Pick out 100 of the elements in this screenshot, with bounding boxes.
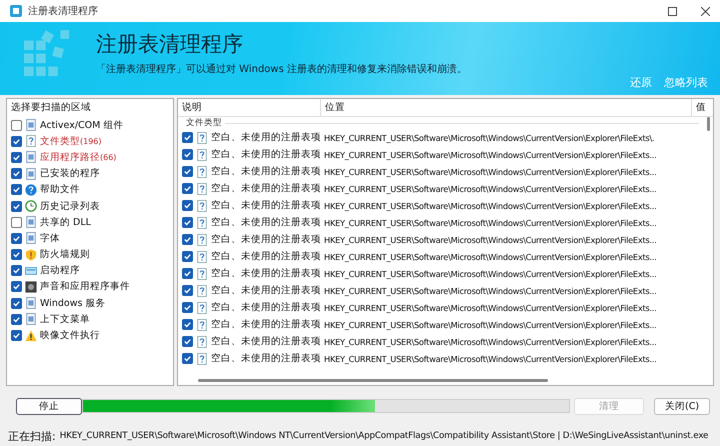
table-cell-text: HKEY_CURRENT_USER\Software\Microsoft\Windows\CurrentVersion\Explorer\FileExts... [323,284,658,296]
question-file-icon [196,318,208,330]
table-cell-text: HKEY_CURRENT_USER\Software\Microsoft\Windows\CurrentVersion\Explorer\FileExts... [323,200,658,212]
column-header[interactable]: 说明 [178,99,321,116]
banner-description: 「注册表清理程序」可以通过对 Windows 注册表的清理和修复来消除错误和崩溃。 [96,62,467,76]
question-file-icon [196,216,208,228]
table-cell-text: HKEY_CURRENT_USER\Software\Microsoft\Windows\CurrentVersion\Explorer\FileExts... [323,182,658,194]
close-icon[interactable] [701,6,710,16]
checkbox[interactable] [182,353,193,364]
speaker-icon [25,280,37,293]
checkbox[interactable] [11,232,22,244]
checkbox[interactable] [182,234,193,245]
area-label[interactable]: 启动程序 [40,264,80,278]
table-cell-text: HKEY_CURRENT_USER\Software\Microsoft\Windows\CurrentVersion\Explorer\FileExts... [323,336,658,348]
area-label[interactable]: 声音和应用程序事件 [40,280,130,294]
app-icon [10,5,22,17]
checkbox[interactable] [182,149,193,160]
area-label[interactable]: 上下文菜单 [40,312,90,326]
table-cell-text: HKEY_CURRENT_USER\Software\Microsoft\Windows\CurrentVersion\Explorer\FileExts... [323,148,658,160]
table-cell: 空白、未使用的注册表项 [211,148,321,161]
table-cell: 空白、未使用的注册表项 [211,182,321,195]
table-cell: 空白、未使用的注册表项 [211,216,321,229]
checkbox[interactable] [182,217,193,228]
checkbox[interactable] [182,132,193,143]
area-label[interactable]: 已安装的程序 [40,167,100,180]
file-icon [25,297,37,310]
table-cell: 空白、未使用的注册表项 [211,131,321,144]
file-icon [25,151,37,164]
question-file-icon [196,200,208,212]
close-button[interactable]: 关闭(C) [654,398,710,414]
panel-title: 选择要扫描的区域 [11,101,92,114]
checkbox[interactable] [182,200,193,211]
checkbox[interactable] [11,314,22,325]
file-icon [25,216,37,228]
checkbox[interactable] [182,183,193,194]
checkbox[interactable] [11,168,22,180]
question-file-icon [196,250,208,262]
question-file-icon [196,148,208,160]
area-label[interactable]: 帮助文件 [40,183,80,196]
table-cell-text: HKEY_CURRENT_USER\Software\Microsoft\Windows\CurrentVersion\Explorer\FileExts... [323,352,658,364]
table-cell: 空白、未使用的注册表项 [211,233,321,246]
checkbox[interactable] [11,216,22,228]
group-header: 文件类型 [186,117,222,129]
table-cell: 空白、未使用的注册表项 [211,284,321,297]
column-header[interactable]: 位置 [321,99,692,116]
status-label: 正在扫描: [8,428,56,444]
shield-icon [25,248,37,261]
checkbox[interactable] [182,302,193,313]
checkbox[interactable] [11,136,22,147]
history-icon [25,200,37,212]
banner-heading: 注册表清理程序 [96,31,244,58]
table-cell-text: HKEY_CURRENT_USER\Software\Microsoft\Windows\CurrentVersion\Explorer\FileExts... [323,318,658,330]
file-icon [25,313,37,326]
table-cell-text: HKEY_CURRENT_USER\Software\Microsoft\Windows\CurrentVersion\Explorer\FileExts... [323,166,658,178]
area-label[interactable]: 历史记录列表 [40,200,100,213]
area-label[interactable]: 文件类型(196) [40,134,102,148]
area-label[interactable]: Activex/COM 组件 [40,118,124,132]
table-cell-text: HKEY_CURRENT_USER\Software\Microsoft\Windows\CurrentVersion\Explorer\FileExts... [323,302,658,314]
area-label[interactable]: 字体 [40,232,60,245]
help-icon [25,184,37,196]
question-file-icon [196,336,208,348]
area-label[interactable]: 防火墙规则 [40,248,90,262]
checkbox[interactable] [182,336,193,347]
area-label[interactable]: Windows 服务 [40,296,106,310]
checkbox[interactable] [182,268,193,279]
table-cell: 空白、未使用的注册表项 [211,352,321,365]
checkbox[interactable] [11,281,22,292]
stop-button[interactable]: 停止 [16,398,82,414]
checkbox[interactable] [11,152,22,163]
checkbox[interactable] [182,319,193,330]
warning-icon [25,330,37,342]
window-title: 注册表清理程序 [28,4,98,18]
question-file-icon [196,352,208,364]
checkbox[interactable] [11,200,22,212]
table-cell-text: HKEY_CURRENT_USER\Software\Microsoft\Windows\CurrentVersion\Explorer\FileExts... [323,234,658,246]
table-cell-text: HKEY_CURRENT_USER\Software\Microsoft\Windows\CurrentVersion\Explorer\FileExts... [323,216,658,228]
column-header[interactable]: 值 [692,99,713,116]
checkbox[interactable] [11,120,22,131]
scrollbar[interactable] [707,117,710,131]
file-icon [25,119,37,132]
checkbox[interactable] [11,265,22,276]
area-label[interactable]: 映像文件执行 [40,329,100,342]
table-cell: 空白、未使用的注册表项 [211,165,321,178]
table-cell: 空白、未使用的注册表项 [211,250,321,263]
checkbox[interactable] [182,251,193,262]
checkbox[interactable] [182,285,193,296]
status-path: HKEY_CURRENT_USER\Software\Microsoft\Windows NT\CurrentVersion\AppCompatFlags\Compatibility Assistant\Store | D:\WeSingLiveAssistant\uninst.exe [60,431,708,441]
maximize-icon[interactable] [668,6,677,16]
checkbox[interactable] [182,166,193,177]
area-label[interactable]: 应用程序路径(66) [40,150,116,164]
checkbox[interactable] [11,249,22,260]
checkbox[interactable] [11,330,22,342]
table-cell: 空白、未使用的注册表项 [211,335,321,348]
scrollbar[interactable] [198,379,548,382]
question-file-icon [196,268,208,280]
table-cell: 空白、未使用的注册表项 [211,318,321,331]
checkbox[interactable] [11,298,22,309]
area-label[interactable]: 共享的 DLL [40,216,91,229]
checkbox[interactable] [11,184,22,196]
question-file-icon [196,132,208,144]
